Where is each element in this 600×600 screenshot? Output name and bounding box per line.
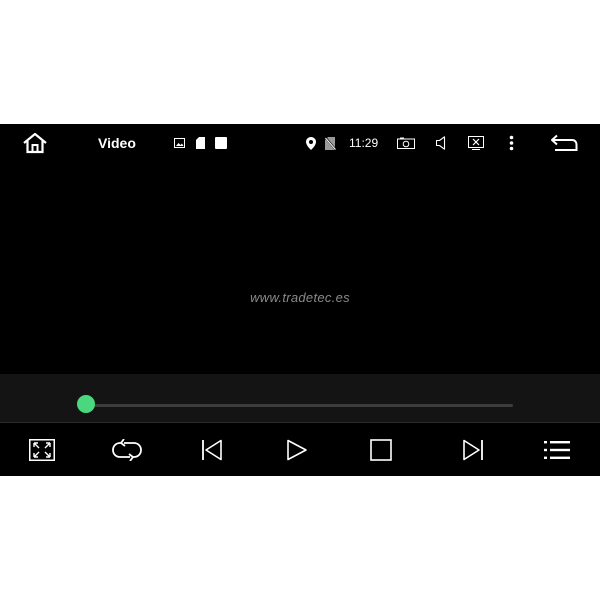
back-icon bbox=[551, 134, 578, 151]
fullscreen-button[interactable] bbox=[12, 423, 72, 476]
playlist-button[interactable] bbox=[527, 423, 587, 476]
volume-icon bbox=[436, 136, 446, 150]
volume-button[interactable] bbox=[436, 124, 447, 162]
next-button[interactable] bbox=[443, 423, 503, 476]
progress-bar[interactable] bbox=[86, 404, 513, 407]
app-title: Video bbox=[98, 135, 136, 151]
repeat-button[interactable] bbox=[97, 423, 157, 476]
square-icon bbox=[215, 124, 227, 162]
playback-controls bbox=[0, 423, 600, 476]
watermark-text: www.tradetec.es bbox=[250, 290, 350, 305]
more-vert-icon bbox=[509, 135, 514, 151]
more-menu-button[interactable] bbox=[509, 124, 514, 162]
image-icon bbox=[174, 124, 185, 162]
no-sim-icon bbox=[325, 124, 336, 162]
playlist-icon bbox=[544, 440, 570, 459]
head-unit-screen: Video 11:29 www.tradetec.es bbox=[0, 124, 600, 476]
home-button[interactable] bbox=[20, 124, 50, 162]
home-icon bbox=[23, 132, 47, 154]
sd-card-icon bbox=[196, 124, 205, 162]
close-box-icon bbox=[468, 136, 484, 150]
previous-icon bbox=[202, 439, 222, 460]
close-screen-button[interactable] bbox=[468, 124, 484, 162]
back-button[interactable] bbox=[550, 124, 578, 162]
location-icon bbox=[306, 124, 316, 162]
fullscreen-icon bbox=[29, 438, 55, 461]
next-icon bbox=[463, 439, 483, 460]
video-surface[interactable]: www.tradetec.es bbox=[0, 162, 600, 374]
progress-panel bbox=[0, 374, 600, 422]
play-icon bbox=[287, 439, 307, 460]
progress-thumb[interactable] bbox=[77, 395, 95, 413]
play-button[interactable] bbox=[267, 423, 327, 476]
clock: 11:29 bbox=[349, 136, 379, 150]
camera-icon bbox=[397, 137, 415, 149]
stop-icon bbox=[370, 438, 392, 461]
status-bar: Video 11:29 bbox=[0, 124, 600, 162]
previous-button[interactable] bbox=[182, 423, 242, 476]
camera-button[interactable] bbox=[397, 124, 415, 162]
repeat-icon bbox=[112, 438, 142, 461]
stop-button[interactable] bbox=[351, 423, 411, 476]
